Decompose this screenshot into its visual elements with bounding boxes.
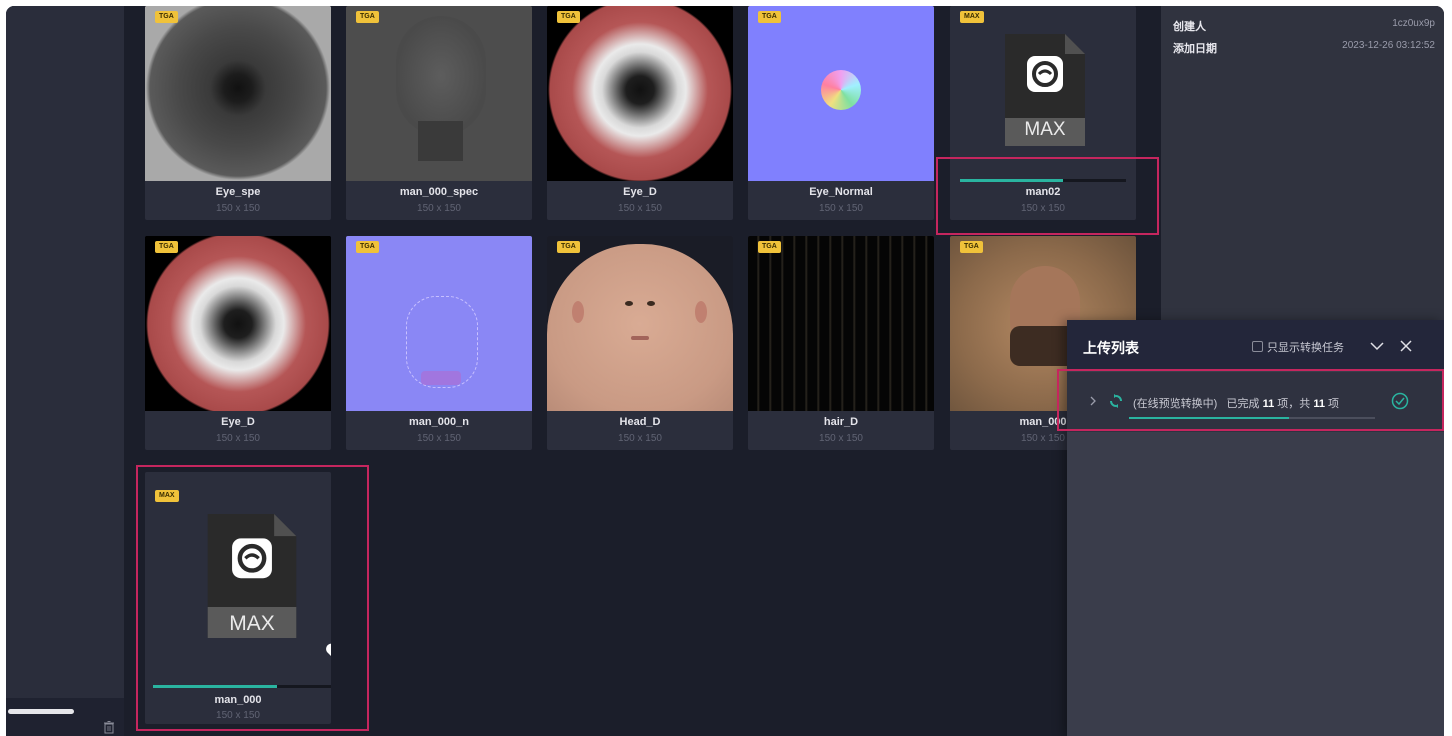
asset-card[interactable]: TGA man_000_spec 150 x 150 — [346, 6, 532, 220]
file-type-badge: MAX — [960, 11, 984, 23]
asset-card[interactable]: TGA hair_D 150 x 150 — [748, 236, 934, 450]
asset-name: Eye_D — [221, 416, 255, 428]
asset-card[interactable]: TGA man_000_n 150 x 150 — [346, 236, 532, 450]
file-type-badge: TGA — [960, 241, 983, 253]
upload-list-title: 上传列表 — [1083, 340, 1139, 356]
asset-card[interactable]: TGA Eye_spe 150 x 150 — [145, 6, 331, 220]
asset-card[interactable]: TGA Head_D 150 x 150 — [547, 236, 733, 450]
asset-name: Eye_D — [623, 186, 657, 198]
file-type-badge: TGA — [356, 241, 379, 253]
asset-thumbnail — [145, 6, 331, 181]
file-type-badge: TGA — [155, 11, 178, 23]
asset-thumbnail — [346, 6, 532, 181]
trash-icon[interactable] — [102, 720, 116, 734]
asset-name: Head_D — [619, 416, 661, 428]
chevron-down-icon[interactable] — [1370, 340, 1384, 352]
asset-dimensions: 150 x 150 — [819, 203, 863, 214]
creator-value: 1cz0ux9p — [1392, 18, 1435, 29]
highlight-man000 — [136, 465, 369, 731]
only-transfer-checkbox[interactable] — [1252, 341, 1263, 352]
app-window: TGA Eye_spe 150 x 150 TGA man_000_spec 1… — [6, 6, 1444, 736]
asset-card[interactable]: TGA Eye_D 150 x 150 — [145, 236, 331, 450]
asset-thumbnail — [748, 6, 934, 181]
file-type-badge: TGA — [758, 241, 781, 253]
max-file-label: MAX — [1024, 119, 1066, 140]
creator-label: 创建人 — [1173, 21, 1206, 33]
highlight-man02 — [936, 157, 1159, 235]
asset-dimensions: 150 x 150 — [618, 433, 662, 444]
added-date-label: 添加日期 — [1173, 43, 1217, 55]
asset-name: man_000_n — [409, 416, 469, 428]
asset-dimensions: 150 x 150 — [618, 203, 662, 214]
file-type-badge: TGA — [557, 241, 580, 253]
asset-name: Eye_Normal — [809, 186, 873, 198]
asset-card[interactable]: TGA Eye_D 150 x 150 — [547, 6, 733, 220]
file-type-badge: TGA — [557, 11, 580, 23]
asset-thumbnail — [346, 236, 532, 411]
asset-dimensions: 150 x 150 — [417, 203, 461, 214]
added-date-value: 2023-12-26 03:12:52 — [1342, 40, 1435, 51]
only-transfer-label: 只显示转换任务 — [1267, 342, 1344, 354]
file-type-badge: TGA — [356, 11, 379, 23]
highlight-upload-task — [1057, 369, 1444, 431]
asset-thumbnail — [547, 6, 733, 181]
max-file-thumbnail: MAX — [950, 6, 1136, 181]
upload-list-header: 上传列表 只显示转换任务 — [1067, 320, 1444, 370]
asset-dimensions: 150 x 150 — [417, 433, 461, 444]
left-sidebar — [6, 6, 124, 736]
asset-thumbnail — [748, 236, 934, 411]
asset-dimensions: 150 x 150 — [216, 203, 260, 214]
file-type-badge: TGA — [155, 241, 178, 253]
creator-row: 创建人 1cz0ux9p — [1173, 18, 1435, 34]
scroll-indicator[interactable] — [8, 709, 74, 714]
close-icon[interactable] — [1400, 340, 1412, 352]
asset-dimensions: 150 x 150 — [216, 433, 260, 444]
asset-thumbnail — [547, 236, 733, 411]
asset-name: hair_D — [823, 416, 859, 428]
asset-name: man_000_spec — [399, 186, 479, 198]
added-date-row: 添加日期 2023-12-26 03:12:52 — [1173, 40, 1435, 56]
asset-thumbnail — [145, 236, 331, 411]
file-type-badge: TGA — [758, 11, 781, 23]
asset-dimensions: 150 x 150 — [819, 433, 863, 444]
asset-name: Eye_spe — [215, 186, 261, 198]
asset-card[interactable]: TGA Eye_Normal 150 x 150 — [748, 6, 934, 220]
only-transfer-toggle[interactable]: 只显示转换任务 — [1252, 339, 1344, 355]
